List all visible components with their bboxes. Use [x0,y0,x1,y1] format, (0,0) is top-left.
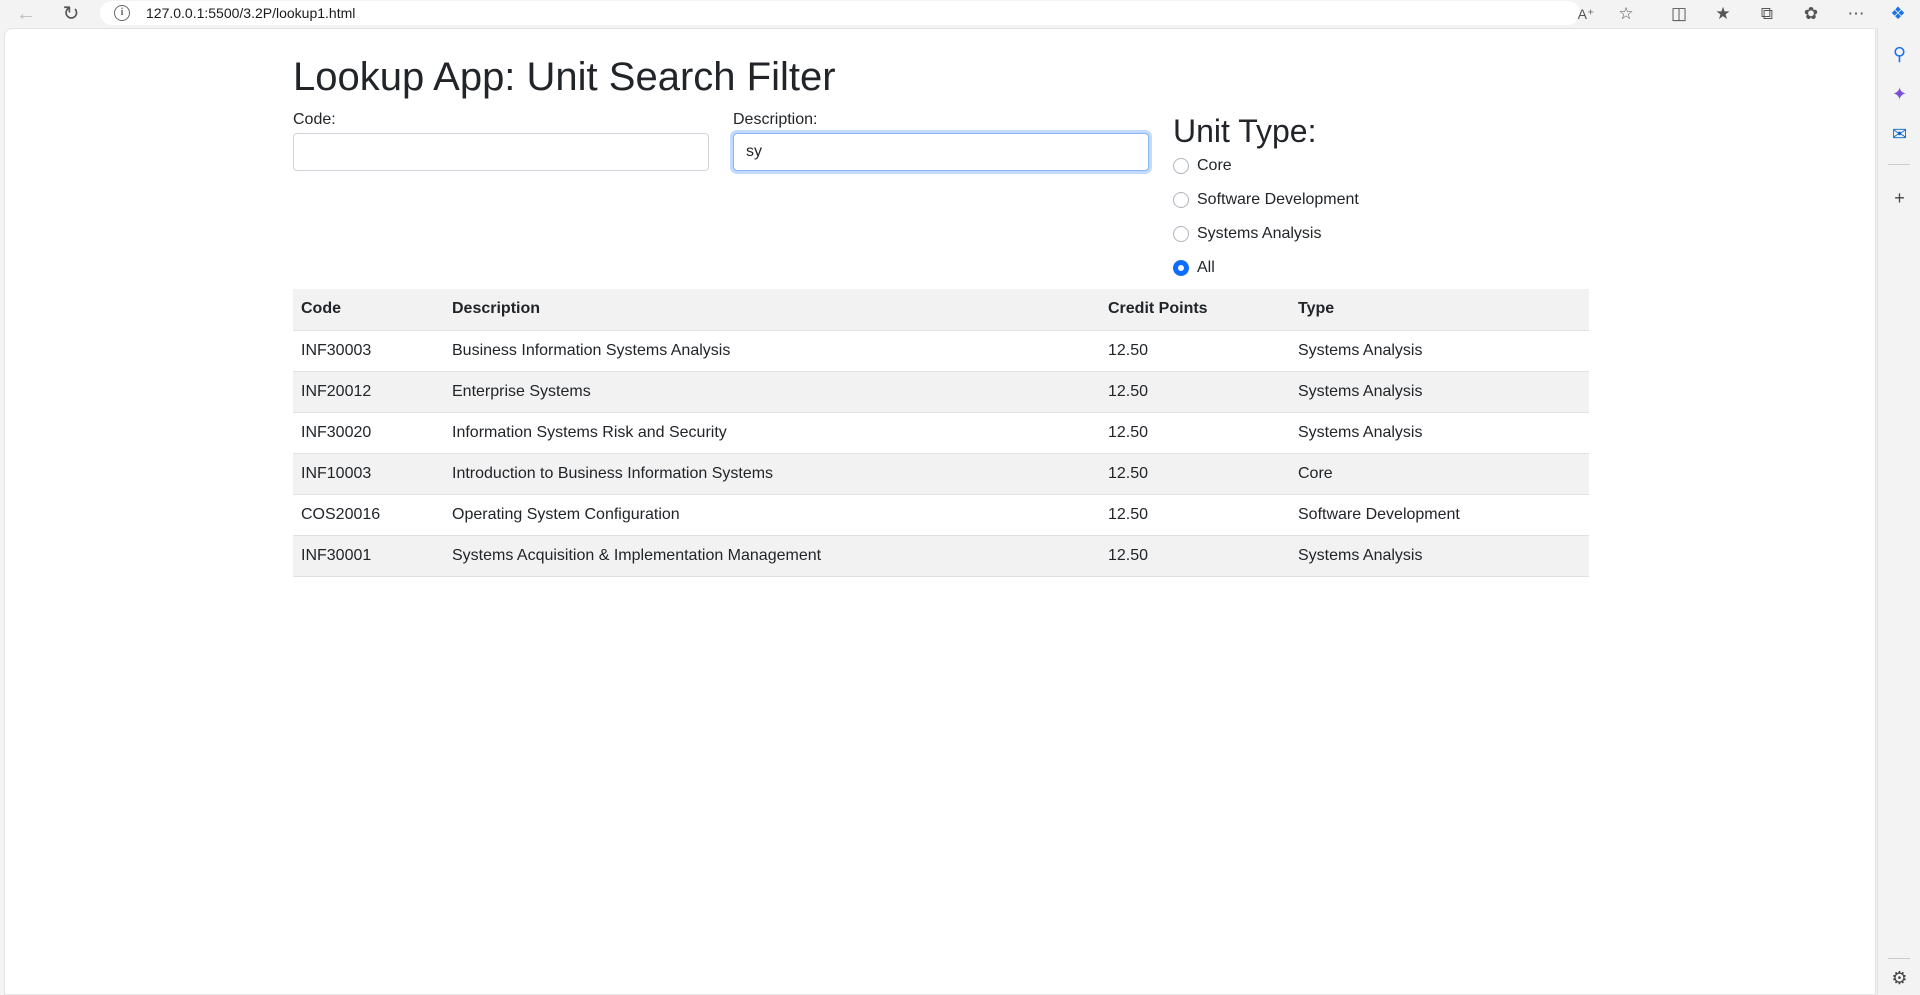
cell-description: Enterprise Systems [444,371,1100,413]
add-icon[interactable]: + [1878,180,1920,216]
radio-systems-analysis[interactable]: Systems Analysis [1173,222,1321,246]
cell-credit-points: 12.50 [1100,535,1290,577]
header-description: Description [444,289,1100,331]
settings-gear-icon[interactable]: ⚙ [1878,960,1920,995]
cell-description: Operating System Configuration [444,494,1100,536]
unit-type-heading: Unit Type: [1173,113,1317,149]
cell-type: Systems Analysis [1290,330,1589,372]
table-row: COS20016 Operating System Configuration … [293,494,1589,536]
radio-core-label: Core [1197,157,1232,174]
split-screen-icon[interactable]: ◫ [1661,0,1697,28]
page-viewport: Lookup App: Unit Search Filter Code: Des… [4,28,1876,995]
units-table: Code Description Credit Points Type INF3… [293,289,1589,577]
table-header-row: Code Description Credit Points Type [293,289,1589,331]
cell-code: INF20012 [293,371,444,413]
cell-credit-points: 12.50 [1100,412,1290,454]
sidebar-divider [1888,164,1910,165]
code-input[interactable] [293,133,709,171]
radio-all[interactable]: All [1173,256,1215,280]
cell-code: COS20016 [293,494,444,536]
description-label: Description: [733,111,818,128]
collections-icon[interactable]: ⧉ [1749,0,1785,28]
refresh-icon[interactable]: ↻ [55,0,87,28]
cell-credit-points: 12.50 [1100,330,1290,372]
favorite-star-icon[interactable]: ☆ [1608,0,1644,28]
table-row: INF30001 Systems Acquisition & Implement… [293,535,1589,577]
radio-software-development-label: Software Development [1197,191,1359,208]
cell-type: Core [1290,453,1589,495]
favorites-icon[interactable]: ★ [1705,0,1741,28]
description-input[interactable] [733,133,1149,171]
cell-type: Systems Analysis [1290,371,1589,413]
radio-core-button[interactable] [1173,158,1189,174]
cell-code: INF10003 [293,453,444,495]
header-code: Code [293,289,444,331]
radio-software-development-button[interactable] [1173,192,1189,208]
cell-code: INF30001 [293,535,444,577]
table-row: INF20012 Enterprise Systems 12.50 System… [293,371,1589,413]
url-text: 127.0.0.1:5500/3.2P/lookup1.html [146,5,356,21]
cell-credit-points: 12.50 [1100,453,1290,495]
more-options-icon[interactable]: ⋯ [1838,0,1874,28]
page-title: Lookup App: Unit Search Filter [293,55,836,99]
shopping-icon[interactable]: ✦ [1878,76,1920,112]
table-row: INF10003 Introduction to Business Inform… [293,453,1589,495]
browser-sidebar: ⚲ ✦ ✉ + ⚙ [1877,28,1920,995]
browser-toolbar: ← ↻ i 127.0.0.1:5500/3.2P/lookup1.html A… [0,0,1920,28]
cell-code: INF30003 [293,330,444,372]
header-type: Type [1290,289,1589,331]
cell-type: Software Development [1290,494,1589,536]
read-aloud-icon[interactable]: A⁺ [1568,0,1604,28]
radio-all-label: All [1197,259,1215,276]
cell-description: Information Systems Risk and Security [444,412,1100,454]
search-icon[interactable]: ⚲ [1878,36,1920,72]
cell-credit-points: 12.50 [1100,371,1290,413]
table-row: INF30020 Information Systems Risk and Se… [293,412,1589,454]
back-icon[interactable]: ← [10,0,42,28]
sidebar-divider [1888,958,1910,959]
cell-description: Business Information Systems Analysis [444,330,1100,372]
cell-credit-points: 12.50 [1100,494,1290,536]
radio-systems-analysis-label: Systems Analysis [1197,225,1322,242]
cell-type: Systems Analysis [1290,412,1589,454]
cell-type: Systems Analysis [1290,535,1589,577]
radio-software-development[interactable]: Software Development [1173,188,1359,212]
cell-code: INF30020 [293,412,444,454]
outlook-icon[interactable]: ✉ [1878,116,1920,152]
cell-description: Introduction to Business Information Sys… [444,453,1100,495]
extensions-icon[interactable]: ✿ [1793,0,1829,28]
code-label: Code: [293,111,336,128]
header-credit-points: Credit Points [1100,289,1290,331]
table-row: INF30003 Business Information Systems An… [293,330,1589,372]
radio-core[interactable]: Core [1173,154,1232,178]
cell-description: Systems Acquisition & Implementation Man… [444,535,1100,577]
info-icon[interactable]: i [114,5,130,21]
radio-systems-analysis-button[interactable] [1173,226,1189,242]
radio-all-button[interactable] [1173,260,1189,276]
address-bar[interactable]: i 127.0.0.1:5500/3.2P/lookup1.html [100,1,1580,25]
copilot-icon[interactable]: ❖ [1880,0,1916,28]
